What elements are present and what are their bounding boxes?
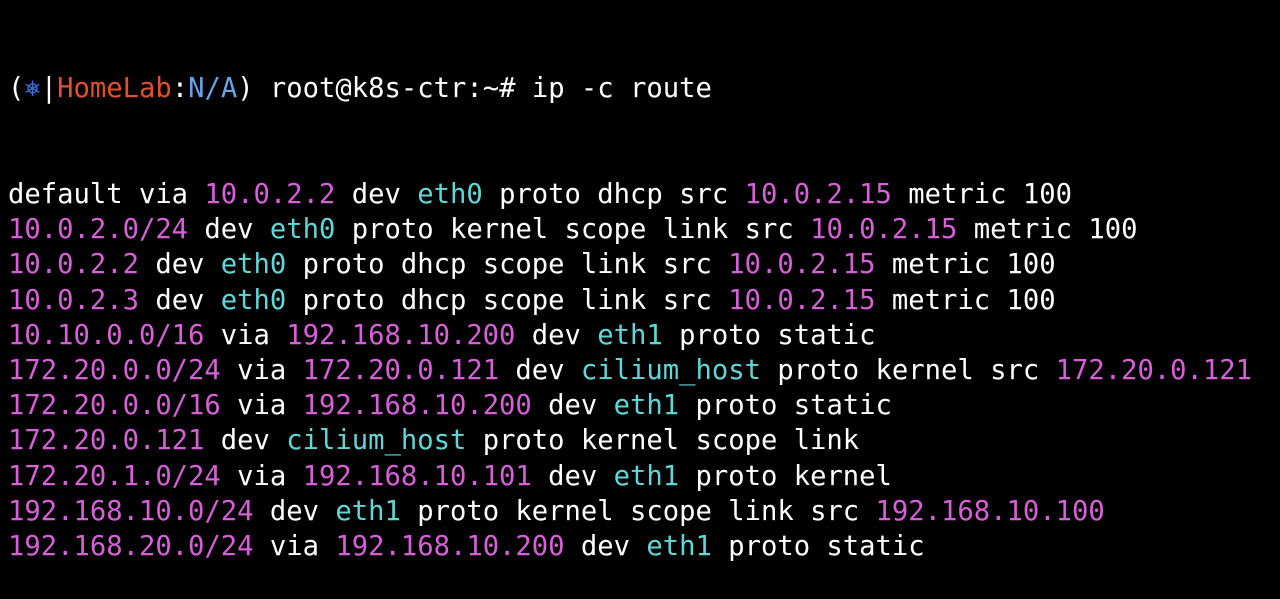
ip-address: 10.10.0.0/16 [8,319,205,351]
route-text: metric 100 [875,284,1056,316]
prompt-line: (⎈|HomeLab:N/A) root@k8s-ctr:~# ip -c ro… [8,71,1280,106]
prompt-colon: : [171,73,189,105]
route-text: proto dhcp scope link src [286,249,729,281]
route-text: via [204,319,287,351]
route-text: dev [515,319,598,351]
prompt-open-paren: ( [8,73,25,105]
route-text: dev [138,249,221,281]
ip-address: 192.168.10.0/24 [8,495,254,527]
ip-address: 10.0.2.3 [8,284,139,316]
interface-name: eth0 [220,249,287,281]
route-line: 172.20.1.0/24 via 192.168.10.101 dev eth… [8,459,1280,494]
route-text: proto dhcp src [482,179,745,210]
command-text: ip -c route [531,73,712,105]
ip-address: 192.168.10.200 [335,530,565,562]
route-line: 10.0.2.3 dev eth0 proto dhcp scope link … [8,283,1280,318]
route-text: proto kernel [679,460,892,492]
prompt-user-host: root@k8s-ctr:~# [253,73,532,105]
route-line: 10.10.0.0/16 via 192.168.10.200 dev eth1… [8,318,1280,353]
command-output: default via 10.0.2.2 dev eth0 proto dhcp… [8,177,1280,564]
route-text: dev [188,214,270,246]
route-text: dev [499,354,581,386]
route-text: dev [138,284,221,316]
route-text: dev [564,530,647,562]
interface-name: cilium_host [286,425,467,457]
interface-name: cilium_host [580,354,761,386]
route-text: via [220,354,303,386]
interface-name: eth1 [613,390,680,422]
ip-address: 172.20.0.0/24 [8,354,221,386]
route-text: proto static [662,319,876,351]
ip-address: 192.168.10.101 [302,460,532,492]
route-line: default via 10.0.2.2 dev eth0 proto dhcp… [8,177,1280,212]
kube-context: HomeLab [57,73,172,105]
ip-address: 10.0.2.2 [204,179,336,210]
route-line: 172.20.0.121 dev cilium_host proto kerne… [8,423,1280,458]
route-text: via [253,530,336,562]
ip-address: 10.0.2.15 [744,179,892,210]
interface-name: eth1 [335,495,401,527]
route-line: 172.20.0.0/16 via 192.168.10.200 dev eth… [8,388,1280,423]
ip-address: 10.0.2.2 [8,249,139,281]
terminal-window[interactable]: (⎈|HomeLab:N/A) root@k8s-ctr:~# ip -c ro… [8,1,1280,599]
route-line: 10.0.2.0/24 dev eth0 proto kernel scope … [8,212,1280,247]
route-text: metric 100 [891,179,1072,210]
ip-address: 172.20.0.121 [8,425,205,457]
interface-name: eth0 [269,214,336,246]
route-text: default via [8,179,205,210]
prompt-separator: | [40,73,58,105]
ip-address: 192.168.10.100 [875,495,1105,527]
route-text: via [220,390,303,422]
route-text: proto kernel src [760,354,1056,386]
kube-namespace: N/A [188,73,238,105]
ip-address: 192.168.20.0/24 [8,530,254,562]
route-line: 10.0.2.2 dev eth0 proto dhcp scope link … [8,247,1280,282]
route-text: dev [531,390,614,422]
route-text: via [220,460,303,492]
interface-name: eth1 [597,319,663,351]
route-line: 192.168.20.0/24 via 192.168.10.200 dev e… [8,529,1280,564]
route-text: dev [531,460,614,492]
route-line: 172.20.0.0/24 via 172.20.0.121 dev ciliu… [8,353,1280,388]
route-text: proto kernel scope link src [400,495,876,527]
prompt-close-paren: ) [237,73,254,105]
route-text: proto static [711,530,925,562]
ip-address: 172.20.0.121 [1055,354,1253,386]
interface-name: eth1 [613,460,680,492]
kubernetes-helm-icon: ⎈ [24,73,41,105]
route-text: metric 100 [875,249,1056,281]
ip-address: 172.20.1.0/24 [8,460,221,492]
route-text: proto kernel scope link src [335,214,811,246]
interface-name: eth1 [646,530,712,562]
route-text: proto static [679,390,892,422]
route-text: dev [335,179,418,210]
interface-name: eth0 [417,179,483,210]
ip-address: 192.168.10.200 [302,390,532,422]
route-text: proto kernel scope link [466,425,860,457]
ip-address: 10.0.2.15 [728,284,876,316]
route-line: 192.168.10.0/24 dev eth1 proto kernel sc… [8,494,1280,529]
ip-address: 10.0.2.0/24 [8,214,189,246]
ip-address: 192.168.10.200 [286,319,516,351]
route-text: proto dhcp scope link src [286,284,729,316]
ip-address: 172.20.0.0/16 [8,390,221,422]
ip-address: 10.0.2.15 [728,249,876,281]
interface-name: eth0 [220,284,287,316]
route-text: metric 100 [957,214,1138,246]
ip-address: 172.20.0.121 [302,354,500,386]
route-text: dev [204,425,287,457]
ip-address: 10.0.2.15 [810,214,958,246]
route-text: dev [253,495,336,527]
